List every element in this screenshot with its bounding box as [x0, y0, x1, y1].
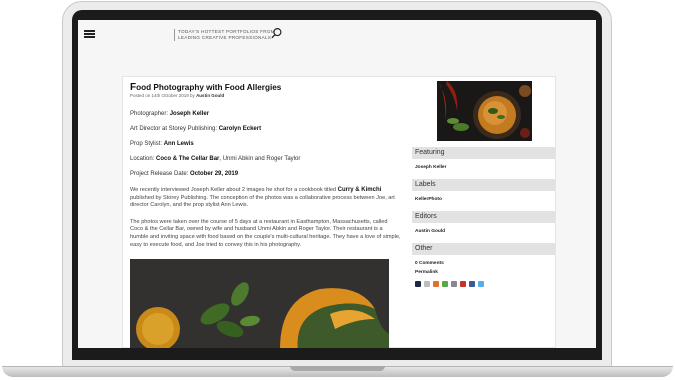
share-icon-3[interactable]	[433, 281, 439, 287]
location-label: Location:	[130, 156, 155, 162]
art-director-line: Art Director at Storey Publishing: Carol…	[130, 125, 406, 134]
release-date-line: Project Release Date: October 29, 2019	[130, 170, 406, 179]
comments-link[interactable]: 0 Comments	[412, 261, 555, 267]
share-icon-1[interactable]	[415, 281, 421, 287]
featured-dish-image[interactable]	[437, 81, 532, 141]
hamburger-menu-icon[interactable]	[84, 30, 95, 38]
share-icon-6[interactable]	[460, 281, 466, 287]
prop-stylist-label: Prop Stylist:	[130, 141, 163, 147]
featuring-header: Featuring	[412, 147, 555, 159]
editors-item[interactable]: Austin Gould	[412, 229, 555, 235]
featuring-item[interactable]: Joseph Keller	[412, 165, 555, 171]
location-name: Coco & The Cellar Bar	[156, 156, 220, 162]
twitter-icon[interactable]	[478, 281, 484, 287]
post-author-link[interactable]: Austin Gould	[196, 93, 224, 98]
facebook-icon[interactable]	[469, 281, 475, 287]
editors-header: Editors	[412, 211, 555, 223]
curry-bowl-image	[437, 81, 532, 141]
prop-stylist-name: Ann Lewis	[163, 141, 194, 147]
post-date: Posted on 14th October 2019 by	[130, 93, 195, 98]
art-director-name: Carolyn Eckert	[218, 126, 262, 132]
intro-text-b: published by Storey Publishing. The conc…	[130, 194, 395, 209]
intro-text-a: We recently interviewed Joseph Keller ab…	[130, 187, 338, 193]
other-header: Other	[412, 243, 555, 255]
book-title: Curry & Kimchi	[337, 187, 382, 193]
art-director-label: Art Director at Storey Publishing:	[130, 126, 218, 132]
location-owners: , Unmi Abkin and Roger Taylor	[219, 156, 301, 162]
article-food-photo	[130, 259, 389, 348]
photographer-line: Photographer: Joseph Keller	[130, 110, 406, 119]
laptop-notch	[290, 366, 385, 371]
food-photo-image	[130, 259, 389, 348]
site-logo[interactable]: TODAY'S HOTTEST PORTFOLIOS FROM LEADING …	[174, 29, 276, 41]
labels-header: Labels	[412, 179, 555, 191]
share-icon-5[interactable]	[451, 281, 457, 287]
release-date-value: October 29, 2019	[190, 171, 239, 177]
prop-stylist-line: Prop Stylist: Ann Lewis	[130, 140, 406, 149]
permalink-link[interactable]: Permalink	[412, 270, 555, 276]
post-title[interactable]: Food Photography with Food Allergies	[130, 83, 406, 93]
logo-line-2: LEADING CREATIVE PROFESSIONALS	[178, 35, 272, 40]
share-icon-4[interactable]	[442, 281, 448, 287]
post-meta: Posted on 14th October 2019 by Austin Go…	[130, 93, 406, 98]
sidebar: Featuring Joseph Keller Labels KellerPho…	[412, 147, 555, 287]
labels-item[interactable]: KellerPhoto	[412, 197, 555, 203]
browser-screen: TODAY'S HOTTEST PORTFOLIOS FROM LEADING …	[78, 20, 596, 348]
post-container: Food Photography with Food Allergies Pos…	[122, 76, 556, 348]
intro-paragraph: We recently interviewed Joseph Keller ab…	[130, 187, 402, 210]
share-icons-row	[412, 281, 555, 287]
search-icon[interactable]	[271, 27, 282, 39]
photographer-label: Photographer:	[130, 111, 169, 117]
release-date-label: Project Release Date:	[130, 171, 189, 177]
location-line: Location: Coco & The Cellar Bar, Unmi Ab…	[130, 155, 406, 164]
title-text: ood Photography with Food Allergies	[136, 83, 282, 92]
share-icon-2[interactable]	[424, 281, 430, 287]
photographer-name: Joseph Keller	[169, 111, 210, 117]
body-paragraph: The photos were taken over the course of…	[130, 218, 401, 248]
article: Food Photography with Food Allergies Pos…	[130, 83, 406, 249]
